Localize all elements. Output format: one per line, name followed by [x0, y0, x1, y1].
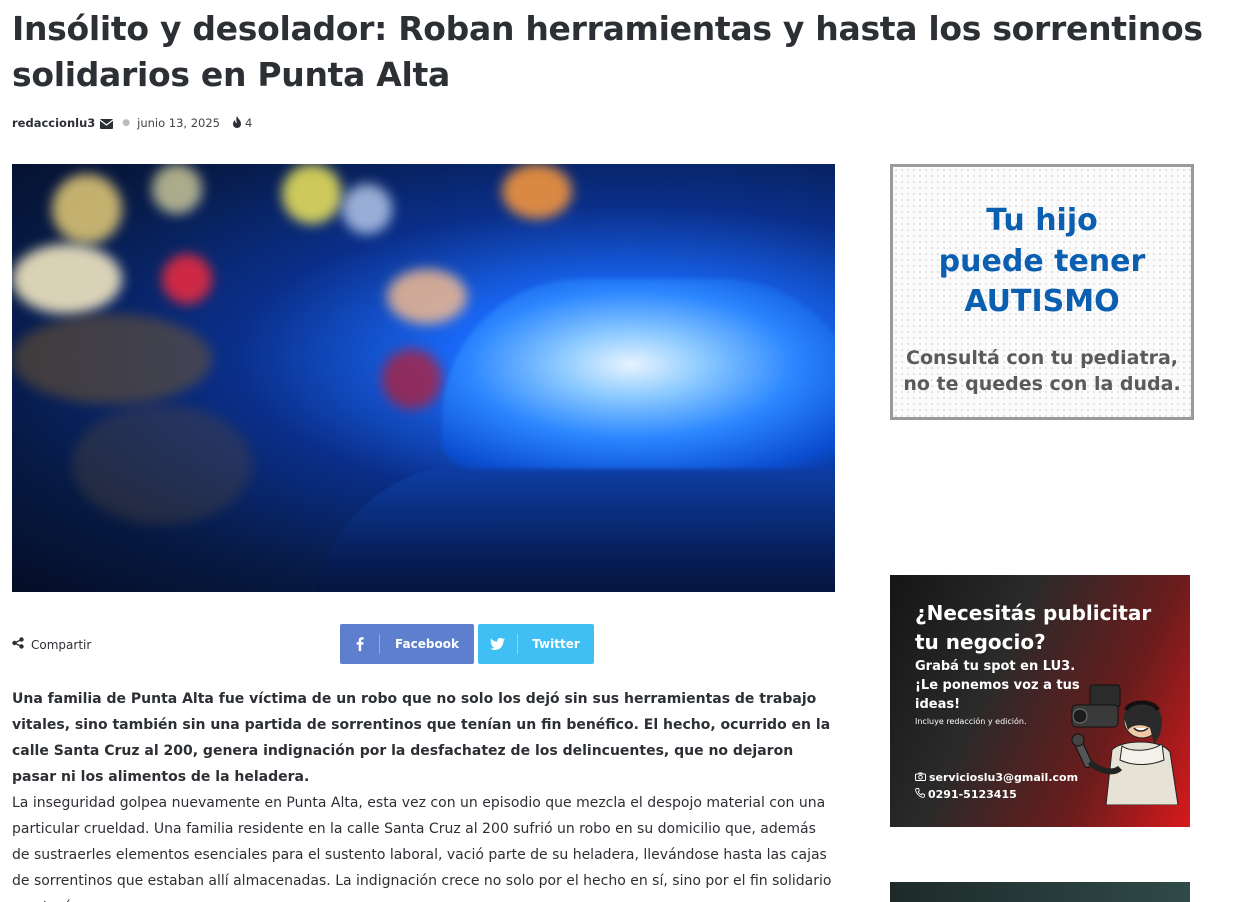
facebook-share-button[interactable]: Facebook: [340, 624, 474, 664]
share-text: Compartir: [31, 637, 92, 652]
article-hero-image: [12, 164, 835, 592]
views-count: 4: [245, 116, 253, 130]
ad-email: servicioslu3@gmail.com: [915, 771, 1078, 784]
share-bar: Compartir Facebook Twitter: [12, 624, 835, 664]
article-paragraph: La inseguridad golpea nuevamente en Punt…: [12, 795, 832, 902]
views-counter: 4: [232, 115, 253, 131]
ad-text: Grabá tu spot en LU3. ¡Le ponemos voz a …: [915, 659, 1080, 712]
fire-icon: [232, 115, 242, 131]
share-icon: [12, 637, 24, 652]
ad-autism-line: puede tener: [938, 244, 1146, 279]
ad-autism-line: AUTISMO: [964, 284, 1120, 319]
publish-date: junio 13, 2025: [137, 116, 220, 130]
ad-autism-subline: no te quedes con la duda.: [903, 373, 1181, 395]
ad-headline: ¿Necesitás publicitar tu negocio?: [915, 601, 1152, 654]
ad-note: Incluye redacción y edición.: [915, 717, 1027, 726]
twitter-label: Twitter: [532, 637, 580, 651]
author-link[interactable]: redaccionlu3: [12, 116, 95, 130]
ad-phone-text: 0291-5123415: [928, 788, 1017, 801]
article-meta: redaccionlu3 ● junio 13, 2025 4: [12, 114, 252, 132]
twitter-share-button[interactable]: Twitter: [478, 624, 594, 664]
share-label: Compartir: [12, 637, 91, 652]
facebook-label: Facebook: [395, 637, 459, 651]
article-lead: Una familia de Punta Alta fue víctima de…: [12, 691, 831, 785]
publicity-ad[interactable]: ¿Necesitás publicitar tu negocio? Grabá …: [890, 575, 1190, 827]
meta-separator: ●: [122, 118, 131, 128]
twitter-icon: [478, 634, 518, 654]
camera-icon: [915, 771, 926, 784]
autism-awareness-ad[interactable]: Tu hijo puede tener AUTISMO Consultá con…: [890, 164, 1194, 420]
facebook-icon: [340, 634, 380, 654]
ad-phone: 0291-5123415: [915, 788, 1017, 801]
article-title: Insólito y desolador: Roban herramientas…: [12, 9, 1203, 94]
reporter-illustration: [1071, 684, 1179, 805]
envelope-icon[interactable]: [99, 118, 114, 129]
sidebar-ad-partial[interactable]: [890, 882, 1190, 902]
phone-icon: [915, 788, 925, 801]
ad-autism-line: Tu hijo: [986, 203, 1098, 238]
ad-autism-subline: Consultá con tu pediatra,: [906, 347, 1178, 369]
ad-email-text: servicioslu3@gmail.com: [929, 771, 1079, 784]
